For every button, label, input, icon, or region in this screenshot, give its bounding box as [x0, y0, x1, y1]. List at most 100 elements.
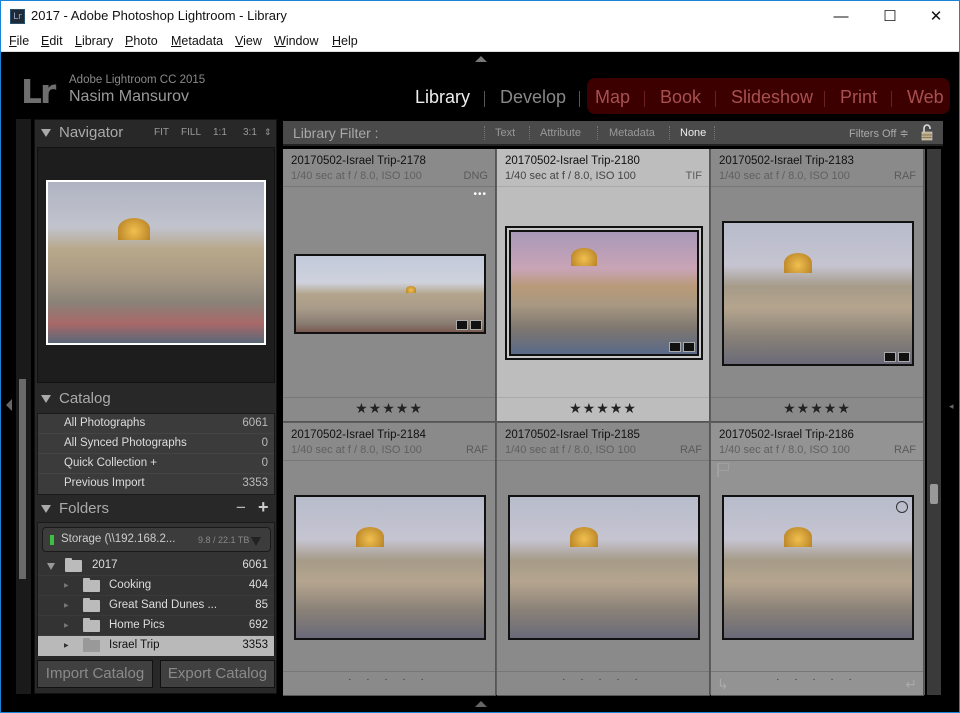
star-rating[interactable]: · · · · · — [283, 674, 495, 685]
collapse-triangle-icon[interactable] — [41, 129, 51, 137]
module-book[interactable]: Book — [660, 87, 701, 108]
photo-thumbnail[interactable] — [722, 495, 914, 640]
develop-adjustments-badge-icon[interactable] — [470, 320, 482, 330]
volume-dropdown-icon[interactable] — [251, 537, 261, 546]
develop-adjustments-badge-icon[interactable] — [898, 352, 910, 362]
crop-badge-icon[interactable] — [669, 342, 681, 352]
minimize-button[interactable]: — — [818, 1, 864, 31]
photo-thumbnail[interactable] — [294, 254, 486, 334]
catalog-item-all-synced-photographs[interactable]: All Synced Photographs 0 — [38, 434, 274, 454]
zoom-stepper-icon[interactable]: ⇕ — [264, 127, 272, 138]
menu-library[interactable]: Library — [75, 34, 113, 48]
folder-item-cooking[interactable]: ▶ Cooking 404 — [38, 576, 274, 596]
menu-window[interactable]: Window — [274, 34, 318, 48]
filter-attribute-option[interactable]: Attribute — [540, 127, 581, 139]
star-rating[interactable]: ★★★★★ — [283, 400, 495, 417]
grid-cell-hovered[interactable]: 20170502-Israel Trip-2186 1/40 sec at f … — [711, 423, 924, 696]
star-rating[interactable]: · · · · · — [497, 674, 709, 685]
navigator-title: Navigator — [59, 124, 124, 141]
volume-header-storage[interactable]: Storage (\\192.168.2... 9.8 / 22.1 TB — [42, 527, 271, 552]
photo-thumbnail[interactable] — [722, 221, 914, 366]
rotate-right-icon[interactable]: ↵ — [905, 676, 917, 693]
scrollbar-thumb[interactable] — [930, 484, 938, 504]
folder-item-home-pics[interactable]: ▶ Home Pics 692 — [38, 616, 274, 636]
filter-text-option[interactable]: Text — [495, 127, 515, 139]
module-separator — [579, 91, 580, 107]
scrollbar-thumb[interactable] — [19, 379, 26, 579]
grid-cell[interactable]: 20170502-Israel Trip-2178 1/40 sec at f … — [283, 149, 496, 422]
folders-header[interactable]: Folders − + — [35, 496, 276, 522]
catalog-header[interactable]: Catalog — [35, 386, 276, 412]
folder-collapsed-triangle-icon[interactable]: ▶ — [64, 622, 69, 629]
menu-file[interactable]: File — [9, 34, 29, 48]
minimize-icon: — — [833, 7, 849, 25]
folder-item-2017[interactable]: 2017 6061 — [38, 556, 274, 576]
navigator-header[interactable]: Navigator FIT FILL 1:1 3:1 ⇕ — [35, 120, 276, 146]
quick-collection-circle-icon[interactable] — [896, 501, 908, 513]
collapse-filmstrip-arrow-icon[interactable] — [475, 701, 487, 707]
photo-dome — [570, 527, 598, 547]
zoom-3to1-option[interactable]: 3:1 — [243, 127, 257, 138]
menu-photo[interactable]: Photo — [125, 34, 158, 48]
module-web[interactable]: Web — [907, 87, 944, 108]
folder-item-great-sand-dunes[interactable]: ▶ Great Sand Dunes ... 85 — [38, 596, 274, 616]
grid-cell-selected[interactable]: 20170502-Israel Trip-2180 1/40 sec at f … — [497, 149, 710, 422]
grid-cell[interactable]: 20170502-Israel Trip-2185 1/40 sec at f … — [497, 423, 710, 696]
develop-adjustments-badge-icon[interactable] — [683, 342, 695, 352]
module-map[interactable]: Map — [595, 87, 630, 108]
photo-thumbnail[interactable] — [294, 495, 486, 640]
star-rating[interactable]: · · · · · — [711, 674, 923, 685]
crop-badge-icon[interactable] — [884, 352, 896, 362]
unlock-icon[interactable] — [921, 124, 933, 141]
grid-cell[interactable]: 20170502-Israel Trip-2184 1/40 sec at f … — [283, 423, 496, 696]
flag-icon[interactable] — [717, 463, 729, 477]
catalog-item-all-photographs[interactable]: All Photographs 6061 — [38, 414, 274, 434]
menu-help[interactable]: Help — [332, 34, 358, 48]
folder-collapsed-triangle-icon[interactable]: ▶ — [64, 582, 69, 589]
star-rating[interactable]: ★★★★★ — [497, 400, 709, 417]
photo-thumbnail[interactable] — [509, 230, 699, 356]
navigator-preview[interactable] — [37, 147, 275, 383]
zoom-fill-option[interactable]: FILL — [181, 127, 201, 138]
zoom-1to1-option[interactable]: 1:1 — [213, 127, 227, 138]
more-options-icon[interactable]: ••• — [473, 189, 487, 200]
module-print[interactable]: Print — [840, 87, 877, 108]
export-catalog-button[interactable]: Export Catalog — [160, 660, 275, 688]
zoom-fit-option[interactable]: FIT — [154, 127, 169, 138]
add-folder-button[interactable]: + — [258, 497, 269, 518]
folder-item-israel-trip[interactable]: ▶ Israel Trip 3353 — [38, 636, 274, 656]
filter-presets-dropdown[interactable]: Filters Off ≑ — [849, 127, 909, 140]
collapse-left-panel-arrow-icon[interactable] — [6, 399, 12, 411]
crop-badge-icon[interactable] — [456, 320, 468, 330]
catalog-item-quick-collection[interactable]: Quick Collection + 0 — [38, 454, 274, 474]
photo-thumbnail[interactable] — [508, 495, 700, 640]
close-button[interactable]: ✕ — [913, 1, 959, 31]
collapse-triangle-icon[interactable] — [41, 395, 51, 403]
folder-collapsed-triangle-icon[interactable]: ▶ — [64, 602, 69, 609]
remove-folder-button[interactable]: − — [236, 498, 246, 518]
catalog-item-previous-import[interactable]: Previous Import 3353 — [38, 474, 274, 494]
menu-metadata[interactable]: Metadata — [171, 34, 223, 48]
star-rating[interactable]: ★★★★★ — [711, 400, 923, 417]
photo-file-type: RAF — [894, 170, 916, 182]
filter-none-option[interactable]: None — [680, 127, 706, 139]
import-catalog-button[interactable]: Import Catalog — [37, 660, 153, 688]
grid-cell[interactable]: 20170502-Israel Trip-2183 1/40 sec at f … — [711, 149, 924, 422]
left-panel-scrollbar[interactable] — [16, 119, 31, 694]
maximize-button[interactable]: ☐ — [867, 1, 913, 31]
divider — [711, 460, 923, 461]
module-library[interactable]: Library — [415, 87, 470, 108]
menu-view[interactable]: View — [235, 34, 262, 48]
grid-scrollbar[interactable] — [927, 149, 941, 695]
folder-expanded-triangle-icon[interactable] — [47, 563, 55, 570]
photo-filename: 20170502-Israel Trip-2178 — [291, 155, 426, 167]
collapse-triangle-icon[interactable] — [41, 505, 51, 513]
collapse-top-panel-arrow-icon[interactable] — [475, 56, 487, 62]
module-slideshow[interactable]: Slideshow — [731, 87, 813, 108]
collapse-right-panel-arrow-icon[interactable]: ◂ — [949, 401, 954, 412]
navigator-photo[interactable] — [46, 180, 266, 345]
menu-edit[interactable]: Edit — [41, 34, 63, 48]
folder-collapsed-triangle-icon[interactable]: ▶ — [64, 642, 69, 649]
filter-metadata-option[interactable]: Metadata — [609, 127, 655, 139]
module-develop[interactable]: Develop — [500, 87, 566, 108]
